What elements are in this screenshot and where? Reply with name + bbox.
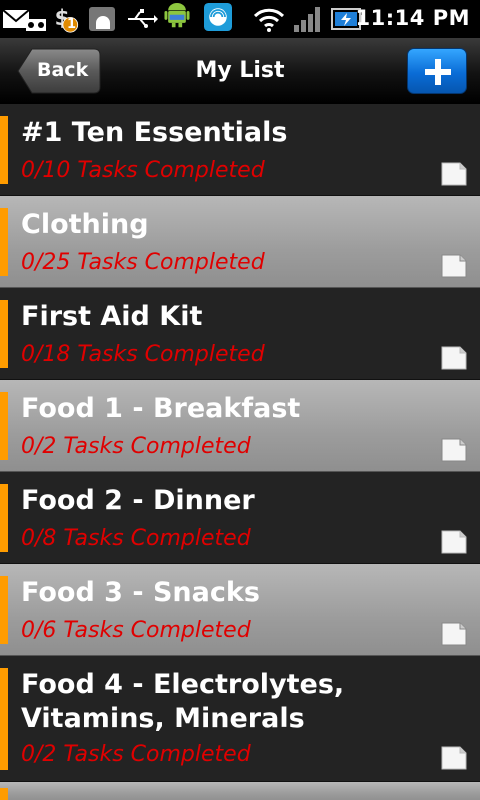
list-item[interactable]: Clothing 0/25 Tasks Completed	[0, 196, 480, 288]
wireless-app-icon	[204, 3, 232, 31]
list-item-title: Clothing	[21, 209, 149, 240]
list-item-title: Food 3 - Snacks	[21, 577, 260, 608]
list-item[interactable]: Food 4 - Electrolytes, Vitamins, Mineral…	[0, 656, 480, 782]
list-item-progress: 0/18 Tasks Completed	[21, 342, 265, 367]
item-accent-bar	[0, 668, 8, 770]
list-item[interactable]: Food 3 - Snacks 0/6 Tasks Completed	[0, 564, 480, 656]
item-accent-bar	[0, 788, 8, 800]
list-item-partial[interactable]	[0, 782, 480, 800]
android-icon	[89, 7, 115, 31]
item-accent-bar	[0, 576, 8, 644]
list-item[interactable]: Food 1 - Breakfast 0/2 Tasks Completed	[0, 380, 480, 472]
item-accent-bar	[0, 116, 8, 184]
item-accent-bar	[0, 300, 8, 368]
status-bar: $ 1 11:14 PM	[0, 0, 480, 38]
list-item-title: Food 1 - Breakfast	[21, 393, 301, 424]
list-item[interactable]: #1 Ten Essentials 0/10 Tasks Completed	[0, 104, 480, 196]
wifi-icon	[253, 8, 285, 32]
checklist-list: #1 Ten Essentials 0/10 Tasks Completed C…	[0, 104, 480, 800]
list-item[interactable]: First Aid Kit 0/18 Tasks Completed	[0, 288, 480, 380]
list-item[interactable]: Food 2 - Dinner 0/8 Tasks Completed	[0, 472, 480, 564]
list-item-title: Food 2 - Dinner	[21, 485, 255, 516]
usb-icon	[128, 9, 158, 28]
notification-badge: 1	[67, 17, 77, 32]
list-item-progress: 0/25 Tasks Completed	[21, 250, 265, 275]
list-item-title: First Aid Kit	[21, 301, 203, 332]
note-icon[interactable]	[441, 746, 467, 770]
note-icon[interactable]	[441, 622, 467, 646]
signal-icon	[294, 7, 320, 32]
list-item-title: #1 Ten Essentials	[21, 117, 288, 148]
list-item-progress: 0/6 Tasks Completed	[21, 618, 251, 643]
item-accent-bar	[0, 392, 8, 460]
item-accent-bar	[0, 484, 8, 552]
clock: 11:14 PM	[355, 6, 470, 30]
note-icon[interactable]	[441, 346, 467, 370]
note-icon[interactable]	[441, 438, 467, 462]
list-item-title: Food 4 - Electrolytes, Vitamins, Mineral…	[21, 669, 345, 734]
note-icon[interactable]	[441, 254, 467, 278]
note-icon[interactable]	[441, 162, 467, 186]
list-item-progress: 0/8 Tasks Completed	[21, 526, 251, 551]
title-bar: Back My List	[0, 38, 480, 104]
android-robot-icon	[164, 2, 190, 28]
list-item-progress: 0/2 Tasks Completed	[21, 434, 251, 459]
plus-icon	[425, 59, 451, 85]
item-accent-bar	[0, 208, 8, 276]
note-icon[interactable]	[441, 530, 467, 554]
list-item-progress: 0/2 Tasks Completed	[21, 742, 251, 767]
voicemail-icon	[26, 19, 46, 31]
add-list-button[interactable]	[407, 48, 467, 94]
list-item-progress: 0/10 Tasks Completed	[21, 158, 265, 183]
